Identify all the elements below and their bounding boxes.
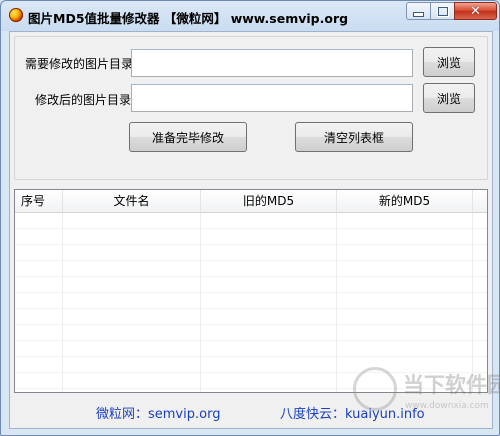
watermark-circle-icon [353, 367, 397, 411]
list-header: 序号 文件名 旧的MD5 新的MD5 [15, 190, 487, 213]
output-dir-input[interactable] [131, 84, 413, 112]
watermark-url: www.downxia.com [405, 401, 489, 411]
browse-output-button[interactable]: 浏览 [423, 83, 475, 113]
settings-group: 需要修改的图片目录 浏览 修改后的图片目录 浏览 准备完毕修改 清空列表框 [14, 36, 488, 180]
column-new-md5[interactable]: 新的MD5 [337, 190, 473, 212]
column-filler [473, 190, 487, 212]
output-dir-label: 修改后的图片目录 [35, 93, 132, 107]
column-divider [336, 213, 337, 392]
title-bar[interactable]: 图片MD5值批量修改器 【微粒网】 www.semvip.org ✕ [1, 1, 499, 31]
maximize-button[interactable] [430, 2, 455, 20]
app-logo-icon [9, 8, 23, 22]
column-old-md5[interactable]: 旧的MD5 [201, 190, 337, 212]
start-modify-button[interactable]: 准备完毕修改 [129, 122, 247, 152]
maximize-icon [436, 5, 449, 17]
column-divider [200, 213, 201, 392]
watermark-logo: 当下软件园 www.downxia.com [353, 363, 500, 433]
column-filename[interactable]: 文件名 [63, 190, 201, 212]
column-index[interactable]: 序号 [15, 190, 63, 212]
app-window: 图片MD5值批量修改器 【微粒网】 www.semvip.org ✕ 需要修改的… [0, 0, 500, 436]
watermark-text: 当下软件园 [403, 373, 500, 397]
window-title: 图片MD5值批量修改器 【微粒网】 www.semvip.org [28, 11, 349, 26]
close-button[interactable]: ✕ [454, 2, 497, 20]
semvip-link[interactable]: 微粒网：semvip.org [96, 403, 220, 422]
browse-source-button[interactable]: 浏览 [423, 47, 475, 77]
source-dir-input[interactable] [131, 49, 413, 77]
minimize-icon [414, 12, 423, 16]
clear-list-button[interactable]: 清空列表框 [295, 122, 413, 152]
minimize-button[interactable] [406, 2, 431, 20]
close-icon: ✕ [470, 3, 481, 19]
column-divider [62, 213, 63, 392]
source-dir-label: 需要修改的图片目录 [25, 57, 134, 71]
